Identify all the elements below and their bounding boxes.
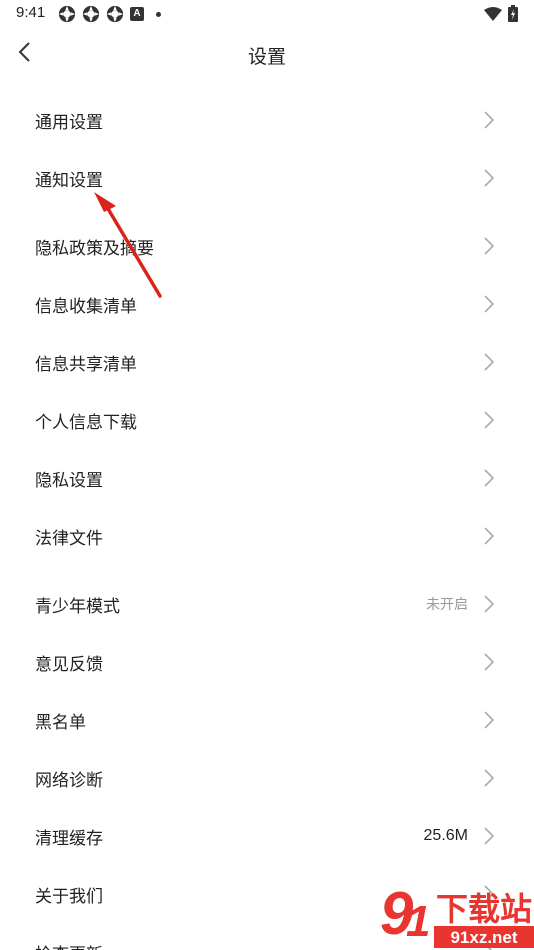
battery-icon	[508, 5, 518, 22]
settings-item-blacklist[interactable]: 黑名单	[0, 691, 534, 749]
nav-bar: 设置	[0, 30, 534, 78]
chevron-right-icon	[482, 295, 496, 313]
a-notification-icon: A	[130, 7, 144, 21]
settings-item-label: 黑名单	[35, 712, 86, 733]
chevron-right-icon	[482, 169, 496, 187]
chevron-right-icon	[482, 111, 496, 129]
settings-item-label: 通用设置	[35, 112, 103, 133]
chevron-right-icon	[482, 827, 496, 845]
chevron-right-icon	[482, 595, 496, 613]
settings-item-youth-mode[interactable]: 青少年模式 未开启	[0, 575, 534, 633]
watermark-domain: 91xz.net	[450, 928, 517, 947]
settings-item-label: 信息收集清单	[35, 296, 137, 317]
chevron-right-icon	[482, 411, 496, 429]
settings-item-label: 青少年模式	[35, 596, 120, 617]
app-notification-icon	[58, 5, 76, 23]
site-watermark-logo: 9 1 下载站 91xz.net	[380, 880, 534, 948]
settings-item-label: 个人信息下载	[35, 412, 137, 433]
settings-item-label: 关于我们	[35, 886, 103, 907]
chevron-right-icon	[482, 469, 496, 487]
chevron-right-icon	[482, 711, 496, 729]
settings-item-info-collection[interactable]: 信息收集清单	[0, 275, 534, 333]
settings-item-label: 检查更新	[35, 940, 103, 950]
settings-item-label: 意见反馈	[35, 654, 103, 675]
settings-item-clear-cache[interactable]: 清理缓存 25.6M	[0, 807, 534, 865]
wifi-icon	[484, 6, 502, 21]
settings-item-label: 法律文件	[35, 528, 103, 549]
settings-item-label: 隐私政策及摘要	[35, 238, 154, 259]
settings-item-notifications[interactable]: 通知设置	[0, 149, 534, 207]
settings-item-legal-documents[interactable]: 法律文件	[0, 507, 534, 565]
chevron-right-icon	[482, 769, 496, 787]
watermark-text: 下载站	[436, 890, 532, 928]
status-bar: 9:41 A	[0, 0, 534, 30]
app-notification-icon	[106, 5, 124, 23]
settings-item-label: 网络诊断	[35, 770, 103, 791]
svg-text:1: 1	[406, 897, 430, 946]
settings-item-network-diagnosis[interactable]: 网络诊断	[0, 749, 534, 807]
settings-list: 通用设置 通知设置 隐私政策及摘要 信息收集清单 信息共享清单 个人信息下载 隐…	[0, 91, 534, 950]
more-notifications-dot-icon	[156, 11, 161, 17]
app-notification-icon	[82, 5, 100, 23]
chevron-right-icon	[482, 237, 496, 255]
page-title: 设置	[247, 46, 286, 68]
chevron-right-icon	[482, 353, 496, 371]
cache-size: 25.6M	[423, 827, 468, 844]
settings-item-feedback[interactable]: 意见反馈	[0, 633, 534, 691]
settings-item-label: 信息共享清单	[35, 354, 137, 375]
chevron-right-icon	[482, 653, 496, 671]
settings-screen: 9:41 A 设置 通用设置 通知设置 隐私政策及摘要 信息收集清单 信息共享清…	[0, 0, 534, 950]
status-notification-icons: A	[58, 5, 161, 23]
chevron-right-icon	[482, 527, 496, 545]
settings-item-label: 清理缓存	[35, 828, 103, 849]
settings-item-privacy-settings[interactable]: 隐私设置	[0, 449, 534, 507]
settings-item-info-sharing[interactable]: 信息共享清单	[0, 333, 534, 391]
status-time: 9:41	[16, 4, 46, 21]
status-system-icons	[484, 5, 518, 22]
settings-item-personal-info-download[interactable]: 个人信息下载	[0, 391, 534, 449]
settings-item-general[interactable]: 通用设置	[0, 91, 534, 149]
youth-mode-status: 未开启	[426, 597, 468, 613]
settings-item-label: 通知设置	[35, 170, 103, 191]
settings-item-privacy-policy[interactable]: 隐私政策及摘要	[0, 217, 534, 275]
settings-item-label: 隐私设置	[35, 470, 103, 491]
